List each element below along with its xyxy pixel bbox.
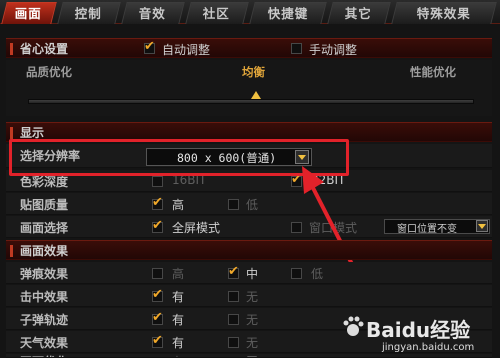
tab-controls[interactable]: 控制 — [57, 2, 121, 24]
preset-label: 省心设置 — [20, 42, 69, 56]
tab-label: 特殊效果 — [416, 6, 471, 21]
chevron-down-icon[interactable] — [476, 220, 488, 232]
bullet-trail-on-checkbox[interactable] — [152, 310, 163, 325]
option-label: 无 — [246, 290, 259, 304]
option-label: 无 — [246, 353, 258, 357]
baidu-watermark: Baidu经验 jingyan.baidu.com — [338, 312, 488, 356]
texture-row: 贴图质量 高 低 — [6, 193, 492, 215]
quality-slider-track[interactable] — [28, 99, 474, 104]
paw-logo-icon — [343, 316, 364, 336]
bullet-hole-mid-checkbox[interactable] — [228, 264, 239, 279]
manual-adjust-checkbox[interactable] — [291, 43, 302, 54]
option-label: 有 — [172, 353, 184, 357]
auto-adjust-checkbox[interactable] — [144, 39, 155, 54]
tab-special-effects[interactable]: 特殊效果 — [391, 2, 497, 24]
option-label: 高 — [172, 267, 185, 281]
option-label: 低 — [311, 267, 324, 281]
option-label: 无 — [246, 313, 259, 327]
tab-label: 社区 — [203, 6, 231, 21]
window-mode-label: 画面选择 — [20, 221, 69, 235]
fullscreen-label: 全屏模式 — [172, 221, 221, 235]
effects-title: 画面效果 — [20, 244, 69, 258]
tab-sound[interactable]: 音效 — [121, 2, 185, 24]
watermark-brand: Baidu经验 — [366, 318, 471, 342]
option-label: 有 — [172, 313, 185, 327]
tab-label: 画面 — [15, 6, 43, 21]
effect-row: 击中效果 有 无 — [6, 285, 492, 307]
section-marker — [10, 127, 13, 139]
fullscreen-checkbox[interactable] — [152, 218, 163, 233]
tab-label: 其它 — [345, 6, 373, 21]
bullet-hole-low-checkbox[interactable] — [291, 268, 302, 279]
option-label: 有 — [172, 290, 185, 304]
color-16-checkbox[interactable] — [152, 176, 163, 187]
hit-effect-off-checkbox[interactable] — [228, 291, 239, 302]
tab-other[interactable]: 其它 — [327, 2, 391, 24]
texture-high-label: 高 — [172, 198, 185, 212]
quality-slider-area: 品质优化 均衡 性能优化 — [6, 60, 492, 116]
optimize-label: 画面优化 — [20, 353, 68, 357]
hit-effect-on-checkbox[interactable] — [152, 287, 163, 302]
tab-bar: 画面 控制 音效 社区 快捷键 其它 特殊效果 — [0, 0, 500, 24]
window-position-value: 窗口位置不变 — [397, 224, 457, 235]
weather-label: 天气效果 — [20, 336, 69, 350]
option-label: 有 — [172, 336, 185, 350]
manual-adjust-label: 手动调整 — [309, 43, 358, 57]
bullet-hole-high-checkbox[interactable] — [152, 268, 163, 279]
window-position-select[interactable]: 窗口位置不变 — [384, 219, 490, 235]
option-label: 中 — [246, 267, 259, 281]
hit-effect-label: 击中效果 — [20, 290, 69, 304]
effects-header: 画面效果 — [6, 240, 492, 260]
texture-low-checkbox[interactable] — [228, 199, 239, 210]
effect-row: 弹痕效果 高 中 低 — [6, 262, 492, 284]
watermark-url: jingyan.baidu.com — [382, 342, 475, 353]
auto-adjust-label: 自动调整 — [162, 43, 211, 57]
performance-label: 性能优化 — [410, 65, 456, 79]
texture-label: 贴图质量 — [20, 198, 69, 212]
tab-display[interactable]: 画面 — [1, 2, 57, 24]
bullet-hole-label: 弹痕效果 — [20, 267, 69, 281]
texture-low-label: 低 — [246, 198, 259, 212]
tab-label: 音效 — [139, 6, 167, 21]
tab-hotkeys[interactable]: 快捷键 — [249, 2, 327, 24]
weather-off-checkbox[interactable] — [228, 337, 239, 348]
option-label: 无 — [246, 336, 259, 350]
balanced-label: 均衡 — [242, 65, 265, 79]
weather-on-checkbox[interactable] — [152, 333, 163, 348]
quality-slider-thumb[interactable] — [251, 91, 261, 99]
tab-label: 控制 — [75, 6, 103, 21]
texture-high-checkbox[interactable] — [152, 195, 163, 210]
preset-header: 省心设置 自动调整 手动调整 — [6, 38, 492, 58]
bullet-trail-label: 子弹轨迹 — [20, 313, 69, 327]
tab-community[interactable]: 社区 — [185, 2, 249, 24]
tab-label: 快捷键 — [267, 6, 309, 21]
bullet-trail-off-checkbox[interactable] — [228, 314, 239, 325]
section-marker — [10, 43, 13, 55]
quality-label: 品质优化 — [26, 65, 72, 79]
section-marker — [10, 245, 13, 257]
